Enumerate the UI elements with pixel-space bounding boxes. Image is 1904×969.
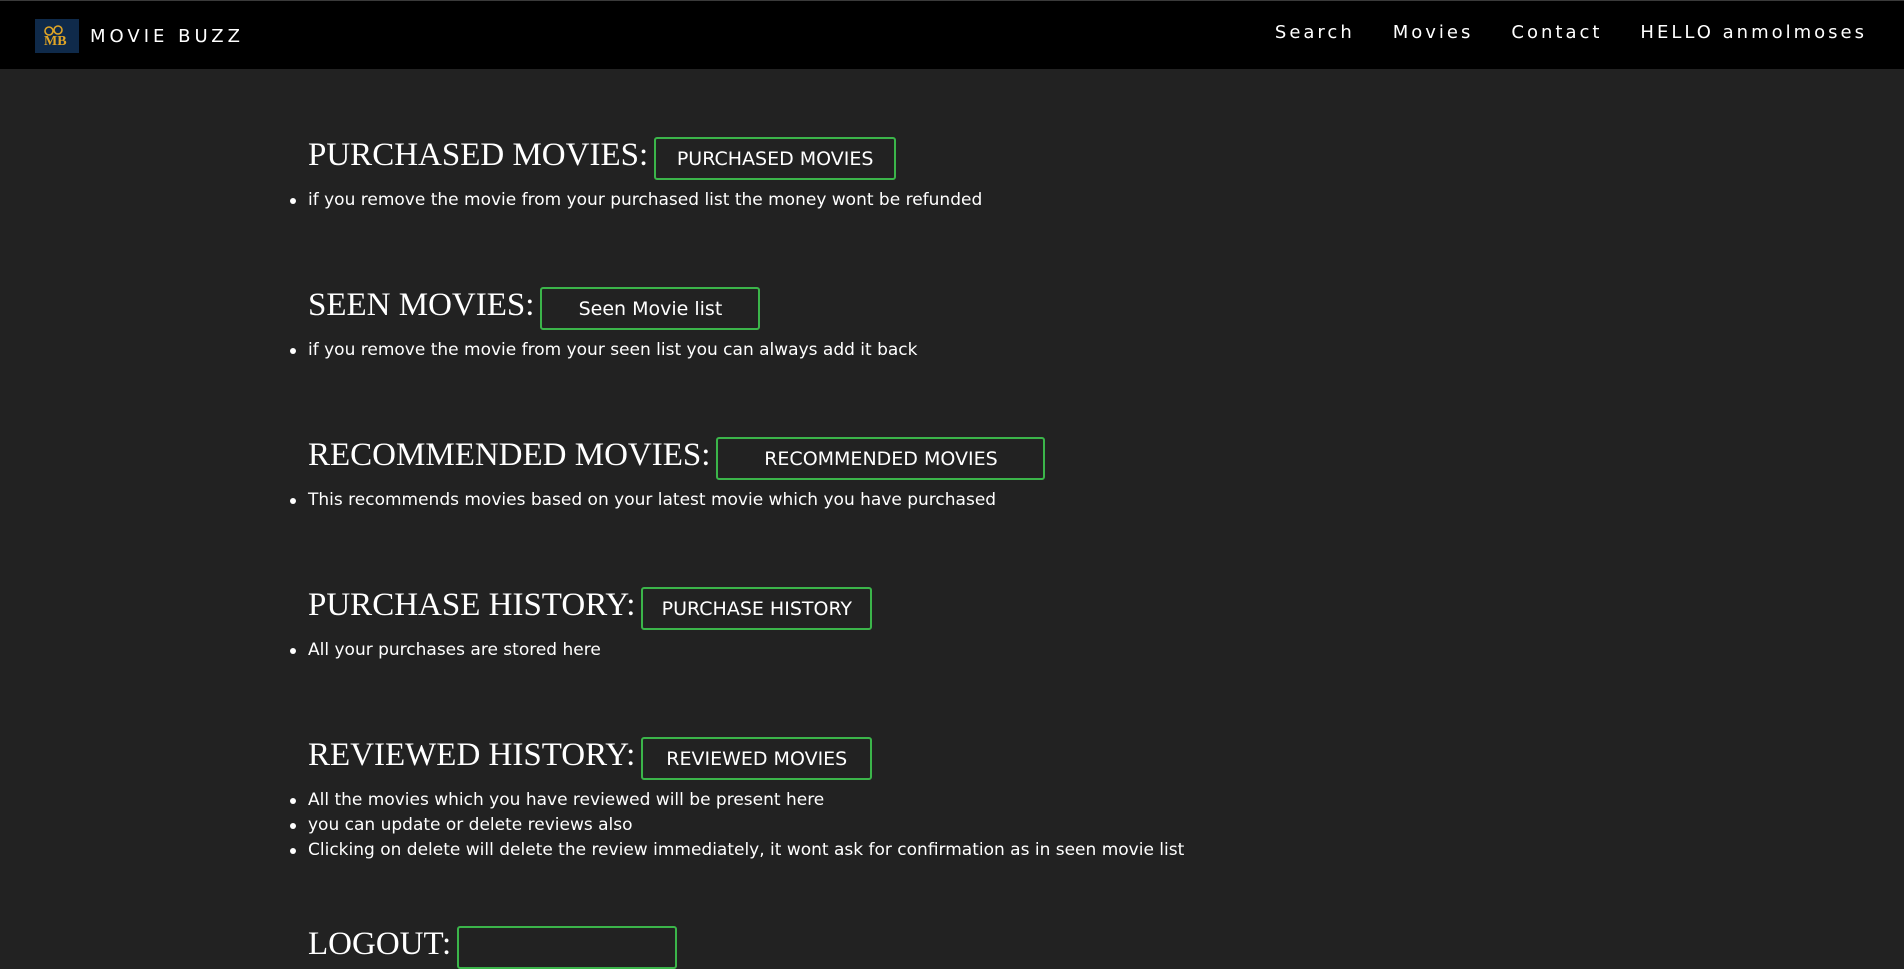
note-item: All your purchases are stored here (290, 638, 601, 663)
section-heading: PURCHASED MOVIES: (308, 136, 649, 173)
recommended-movies-section: RECOMMENDED MOVIES: RECOMMENDED MOVIES (308, 429, 1046, 480)
section-heading: LOGOUT: (308, 925, 452, 962)
purchase-history-section: PURCHASE HISTORY: PURCHASE HISTORY (308, 579, 873, 630)
mb-logo-icon: MB (35, 19, 79, 53)
nav-user-greeting[interactable]: HELLO anmolmoses (1640, 22, 1867, 43)
reviewed-notes: All the movies which you have reviewed w… (289, 788, 1184, 863)
reviewed-history-section: REVIEWED HISTORY: REVIEWED MOVIES (308, 729, 873, 780)
note-item: Clicking on delete will delete the revie… (289, 838, 1184, 863)
recommended-notes: This recommends movies based on your lat… (289, 488, 996, 513)
nav-movies-link[interactable]: Movies (1393, 22, 1474, 43)
section-heading: REVIEWED HISTORY: (308, 736, 636, 773)
seen-movie-list-button[interactable]: Seen Movie list (540, 287, 761, 330)
logout-section: LOGOUT: (308, 918, 678, 969)
logout-button[interactable] (457, 926, 678, 969)
seen-movies-section: SEEN MOVIES: Seen Movie list (308, 279, 761, 330)
section-heading: PURCHASE HISTORY: (308, 586, 636, 623)
nav-contact-link[interactable]: Contact (1511, 22, 1602, 43)
nav-search-link[interactable]: Search (1275, 22, 1355, 43)
section-heading: SEEN MOVIES: (308, 286, 535, 323)
section-heading: RECOMMENDED MOVIES: (308, 436, 711, 473)
note-item: All the movies which you have reviewed w… (289, 788, 1184, 813)
purchase-history-notes: All your purchases are stored here (290, 638, 601, 663)
seen-notes: if you remove the movie from your seen l… (290, 338, 918, 363)
recommended-movies-button[interactable]: RECOMMENDED MOVIES (716, 437, 1046, 480)
reviewed-movies-button[interactable]: REVIEWED MOVIES (641, 737, 873, 780)
note-item: you can update or delete reviews also (289, 813, 1184, 838)
brand-name: MOVIE BUZZ (90, 25, 244, 47)
purchase-history-button[interactable]: PURCHASE HISTORY (641, 587, 873, 630)
note-item: if you remove the movie from your seen l… (290, 338, 918, 363)
note-item: if you remove the movie from your purcha… (289, 188, 982, 213)
purchased-movies-section: PURCHASED MOVIES: PURCHASED MOVIES (308, 129, 897, 180)
top-navbar: MB MOVIE BUZZ Search Movies Contact HELL… (0, 0, 1904, 69)
note-item: This recommends movies based on your lat… (289, 488, 996, 513)
purchased-notes: if you remove the movie from your purcha… (289, 188, 982, 213)
purchased-movies-button[interactable]: PURCHASED MOVIES (654, 137, 897, 180)
nav-links: Search Movies Contact HELLO anmolmoses (1237, 22, 1867, 43)
svg-text:MB: MB (44, 34, 67, 49)
brand[interactable]: MB MOVIE BUZZ (35, 19, 244, 53)
